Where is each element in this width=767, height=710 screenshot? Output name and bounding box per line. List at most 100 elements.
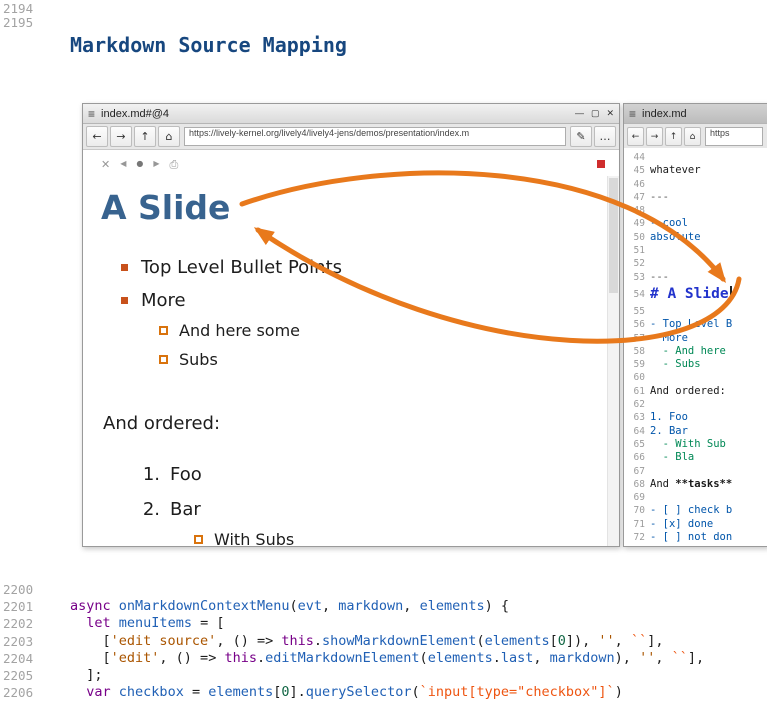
source-line: 44 (624, 151, 767, 164)
back-button[interactable]: ← (627, 127, 644, 146)
list-item-label: More (141, 290, 186, 311)
line-number: 72 (624, 531, 650, 544)
gutter-line-number: 2195 (3, 15, 33, 30)
paragraph: And ordered: (103, 413, 608, 434)
source-line-text: --- (650, 271, 669, 284)
source-line: 642. Bar (624, 425, 767, 438)
presentation-toolbar: ✕ ◀ ● ▶ ⎙ (83, 150, 619, 178)
source-line: 52 (624, 257, 767, 270)
print-icon[interactable]: ⎙ (170, 159, 179, 170)
maximize-icon[interactable]: ▢ (591, 108, 600, 119)
source-line: 56- Top Level B (624, 318, 767, 331)
forward-button[interactable]: → (646, 127, 663, 146)
back-button[interactable]: ← (86, 126, 108, 147)
source-line-text: - cool (650, 217, 688, 230)
url-input[interactable]: https (705, 127, 763, 146)
source-line: 49- cool (624, 217, 767, 230)
bullet-square-icon (121, 264, 128, 271)
scrollbar-thumb[interactable] (609, 178, 618, 293)
record-indicator (597, 160, 605, 168)
list-subitem: Subs (100, 350, 608, 369)
source-line-text: - Top Level B (650, 318, 732, 331)
source-line-text: And **tasks** (650, 478, 732, 491)
source-line: 48 (624, 204, 767, 217)
screenshot-figure: ≡ index.md#@4 — ▢ ✕ ← → ↑ ⌂ https://live… (82, 103, 767, 547)
source-line-text: - [ ] check b (650, 504, 732, 517)
bullet-hollow-square-icon (159, 355, 168, 364)
source-line-text: - With Sub (650, 438, 726, 451)
source-line: 46 (624, 178, 767, 191)
code-line: 2200 (0, 581, 767, 598)
line-number: 65 (624, 438, 650, 451)
line-number: 2202 (0, 615, 70, 632)
list-item-label: Subs (179, 350, 218, 369)
close-presentation-icon[interactable]: ✕ (101, 159, 110, 170)
up-button[interactable]: ↑ (665, 127, 682, 146)
line-number: 2201 (0, 598, 70, 615)
edit-pencil-button[interactable]: ✎ (570, 126, 592, 147)
window-titlebar: ≡ index.md (624, 104, 767, 124)
home-button[interactable]: ⌂ (684, 127, 701, 146)
list-subitem: And here some (100, 321, 608, 340)
source-line: 70- [ ] check b (624, 504, 767, 517)
line-number: 53 (624, 271, 650, 284)
code-line: 2206 var checkbox = elements[0].querySel… (0, 684, 767, 701)
line-number: 50 (624, 231, 650, 244)
url-input[interactable]: https://lively-kernel.org/lively4/lively… (184, 127, 566, 146)
line-number: 2203 (0, 633, 70, 650)
code-line: 2202 let menuItems = [ (0, 615, 767, 632)
minimize-icon[interactable]: — (575, 108, 584, 119)
line-number: 54 (624, 284, 650, 305)
source-line: 71- [x] done (624, 518, 767, 531)
source-line-text: - [ ] not don (650, 531, 732, 544)
list-item: Top Level Bullet Points (100, 257, 608, 278)
menu-icon[interactable]: ≡ (629, 108, 636, 120)
prev-slide-icon[interactable]: ◀ (120, 160, 126, 168)
source-line: 68And **tasks** (624, 478, 767, 491)
source-line: 50absolute (624, 231, 767, 244)
line-number: 51 (624, 244, 650, 257)
scrollbar[interactable] (607, 176, 619, 546)
source-line: 65 - With Sub (624, 438, 767, 451)
source-line: 54# A Slide (624, 284, 767, 305)
menu-icon[interactable]: ≡ (88, 108, 95, 120)
line-number: 66 (624, 451, 650, 464)
code-line-text: ['edit source', () => this.showMarkdownE… (70, 633, 663, 650)
code-line-text: ['edit', () => this.editMarkdownElement(… (70, 650, 704, 667)
source-code-editor[interactable]: 4445whatever4647---4849- cool50absolute5… (624, 148, 767, 546)
source-line: 55 (624, 305, 767, 318)
source-editor-window: ≡ index.md ← → ↑ ⌂ https 4445whatever464… (623, 103, 767, 547)
line-number: 2205 (0, 667, 70, 684)
source-line-text: - [x] done (650, 518, 713, 531)
up-button[interactable]: ↑ (134, 126, 156, 147)
bullet-hollow-square-icon (194, 535, 203, 544)
line-number: 56 (624, 318, 650, 331)
source-line-text: 1. Foo (650, 411, 688, 424)
source-line: 59 - Subs (624, 358, 767, 371)
list-item-label: Foo (170, 464, 202, 485)
browser-navbar: ← → ↑ ⌂ https://lively-kernel.org/lively… (83, 124, 619, 150)
line-number: 70 (624, 504, 650, 517)
browser-navbar: ← → ↑ ⌂ https (624, 124, 767, 150)
forward-button[interactable]: → (110, 126, 132, 147)
more-options-button[interactable]: … (594, 126, 616, 147)
source-line: 58 - And here (624, 345, 767, 358)
code-line: 2203 ['edit source', () => this.showMark… (0, 633, 767, 650)
source-line: 57- More (624, 332, 767, 345)
code-line-text: ]; (70, 667, 103, 684)
next-slide-icon[interactable]: ▶ (153, 160, 159, 168)
close-icon[interactable]: ✕ (606, 108, 614, 119)
source-line: 45whatever (624, 164, 767, 177)
slide-title: A Slide (101, 188, 608, 227)
slide-dot-icon[interactable]: ● (136, 160, 143, 168)
line-number: 48 (624, 204, 650, 217)
source-line-text: - And here (650, 345, 726, 358)
window-titlebar: ≡ index.md#@4 — ▢ ✕ (83, 104, 619, 124)
line-number: 71 (624, 518, 650, 531)
source-line: 47--- (624, 191, 767, 204)
code-block[interactable]: 22002201async onMarkdownContextMenu(evt,… (0, 581, 767, 701)
ordered-item: 2. Bar (100, 499, 608, 520)
line-number: 58 (624, 345, 650, 358)
line-number: 60 (624, 371, 650, 384)
home-button[interactable]: ⌂ (158, 126, 180, 147)
